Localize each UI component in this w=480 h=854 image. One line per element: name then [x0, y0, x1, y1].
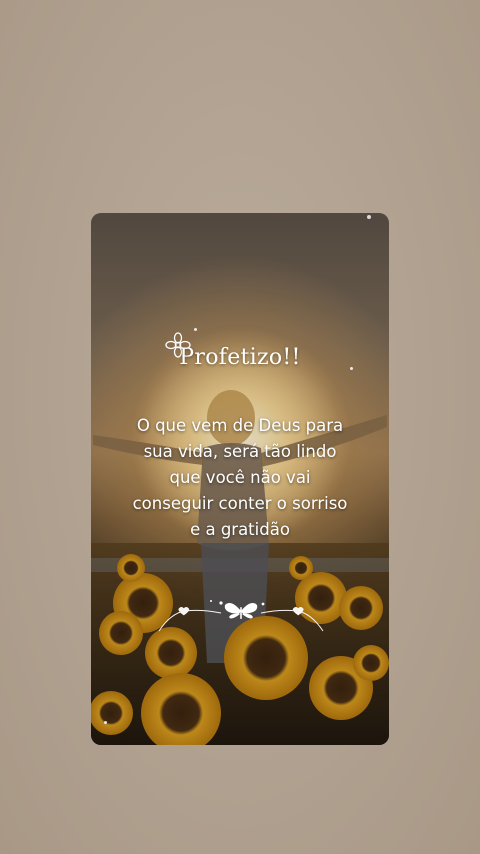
sparkle-dot [194, 328, 197, 331]
sparkle-dot [367, 215, 371, 219]
quote-text: O que vem de Deus para sua vida, será tã… [101, 413, 379, 543]
quote-line: O que vem de Deus para [136, 416, 344, 435]
sparkle-dot [104, 721, 107, 724]
brand-title: Profetizo!! [179, 345, 301, 370]
quote-line: e a gratidão [190, 520, 290, 539]
story-card[interactable]: Profetizo!! O que vem de Deus para sua v… [91, 213, 389, 745]
butterfly-hearts-ornament [158, 600, 324, 632]
quote-line: que você não vai [169, 468, 311, 487]
quote-line: conseguir conter o sorriso [132, 494, 348, 513]
quote-line: sua vida, será tão lindo [143, 442, 337, 461]
